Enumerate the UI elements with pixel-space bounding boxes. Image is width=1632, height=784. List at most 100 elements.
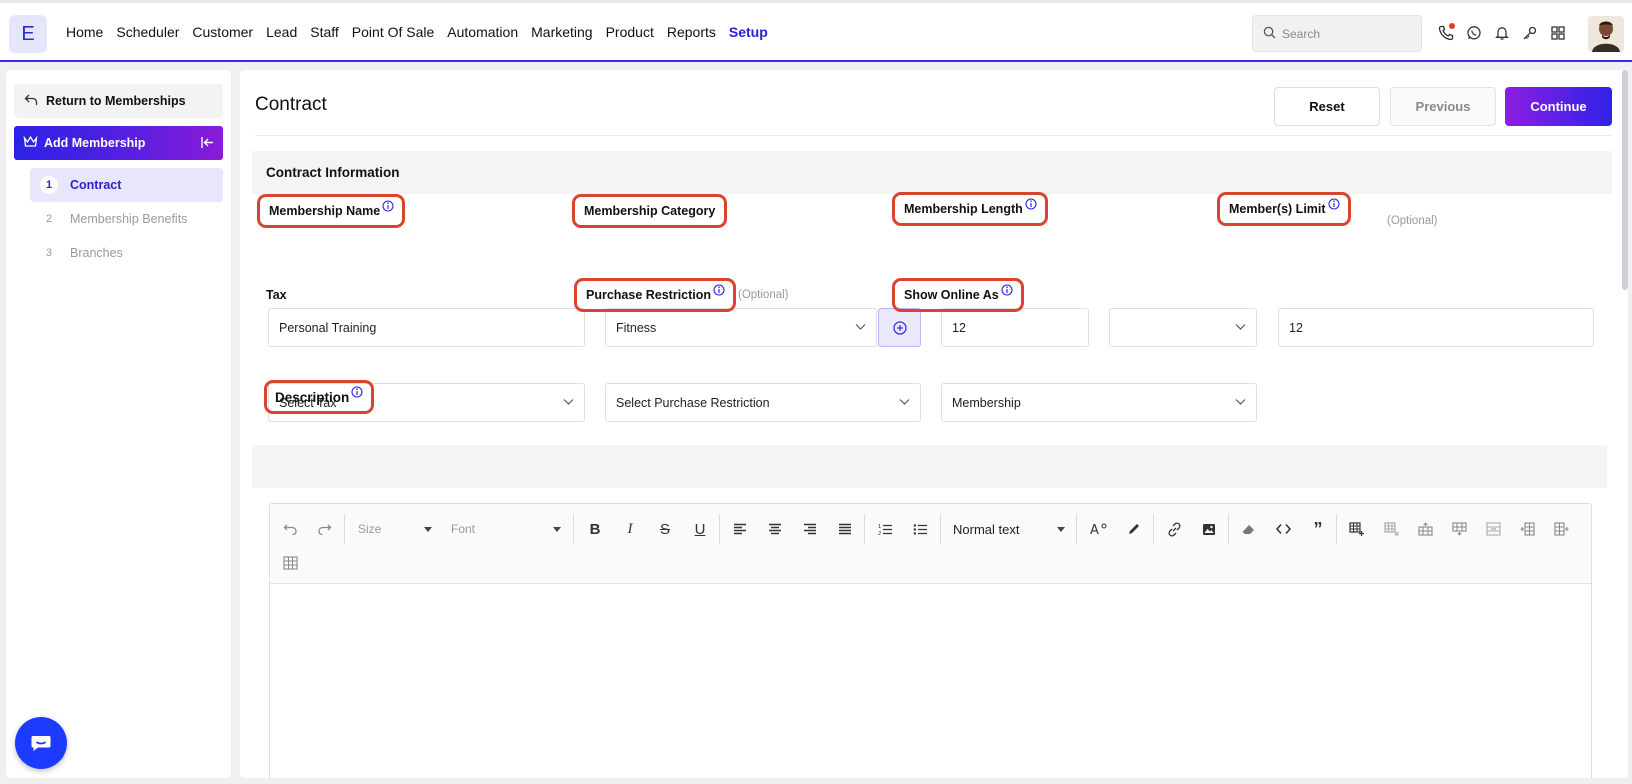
continue-button[interactable]: Continue [1505,87,1612,126]
membership-category-label-text: Membership Category [584,204,716,218]
membership-length-label-text: Membership Length [904,202,1023,216]
sidebar: Return to Memberships Add Membership 1 C… [6,70,231,778]
info-icon[interactable] [1025,198,1037,210]
membership-length-input[interactable]: 12 [941,308,1089,347]
step-contract[interactable]: 1 Contract [30,168,223,202]
info-icon[interactable] [351,386,363,398]
title-divider [255,135,1612,136]
purchase-restriction-select[interactable]: Select Purchase Restriction [605,383,921,422]
collapse-sidebar-icon[interactable] [200,135,215,153]
phone-icon[interactable] [1436,21,1456,45]
font-size-dropdown[interactable]: Size [358,518,432,540]
bold-icon[interactable]: B [584,518,606,540]
delete-column-icon[interactable] [279,552,301,574]
ordered-list-icon[interactable]: 12 [874,518,896,540]
nav-reports[interactable]: Reports [667,24,716,40]
purchase-restriction-label-text: Purchase Restriction [586,288,712,302]
chevron-down-icon [1235,399,1246,405]
align-center-icon[interactable] [764,518,786,540]
insert-row-below-icon[interactable] [1448,518,1470,540]
reset-button[interactable]: Reset [1274,87,1380,126]
add-membership-label: Add Membership [44,136,146,150]
search-input[interactable] [1282,26,1412,41]
show-online-as-label-text: Show Online As [904,288,999,302]
membership-length-label: Membership Length [892,192,1048,226]
align-justify-icon[interactable] [834,518,856,540]
members-limit-label-text: Member(s) Limit [1229,202,1326,216]
add-category-button[interactable] [878,308,921,347]
nav-marketing[interactable]: Marketing [531,24,592,40]
step-branches[interactable]: 3 Branches [30,236,223,270]
previous-button[interactable]: Previous [1390,87,1496,126]
membership-length-value: 12 [952,320,966,335]
top-icons [1436,21,1568,45]
tax-label: Tax [257,278,309,312]
info-icon[interactable] [382,200,394,212]
notification-dot [1449,23,1455,29]
bullet-list-icon[interactable] [909,518,931,540]
svg-text:A: A [1090,523,1099,536]
nav-setup[interactable]: Setup [729,24,768,40]
description-section-bar [252,445,1607,488]
page-title: Contract [255,94,327,115]
members-limit-input[interactable]: 12 [1278,308,1594,347]
nav-lead[interactable]: Lead [266,24,297,40]
highlight-pen-icon[interactable] [1123,518,1145,540]
link-icon[interactable] [1163,518,1185,540]
eraser-icon[interactable] [1237,518,1259,540]
align-right-icon[interactable] [799,518,821,540]
delete-table-icon[interactable] [1380,518,1402,540]
info-icon[interactable] [1327,198,1340,210]
toolbar-separator [719,514,720,544]
italic-icon[interactable]: I [619,518,641,540]
block-format-dropdown[interactable]: Normal text [953,518,1065,540]
caret-down-icon [424,527,432,532]
align-left-icon[interactable] [729,518,751,540]
nav-product[interactable]: Product [606,24,654,40]
membership-category-select[interactable]: Fitness [605,308,877,347]
apps-grid-icon[interactable] [1548,21,1568,45]
nav-staff[interactable]: Staff [310,24,339,40]
search-box[interactable] [1252,15,1422,52]
insert-column-left-icon[interactable] [1516,518,1538,540]
show-online-as-select[interactable]: Membership [941,383,1257,422]
strikethrough-icon[interactable]: S [654,518,676,540]
info-icon[interactable] [1001,284,1013,296]
step-membership-benefits[interactable]: 2 Membership Benefits [30,202,223,236]
insert-table-icon[interactable] [1345,518,1367,540]
step-label: Branches [70,246,123,260]
return-to-memberships-button[interactable]: Return to Memberships [14,84,223,118]
toolbar-separator [344,514,345,544]
user-avatar[interactable] [1588,16,1624,52]
nav-point-of-sale[interactable]: Point Of Sale [352,24,435,40]
info-icon[interactable] [713,284,725,296]
font-family-dropdown[interactable]: Font [451,518,561,540]
membership-name-input[interactable]: Personal Training [268,308,585,347]
nav-home[interactable]: Home [66,24,103,40]
page-scrollbar[interactable] [1622,70,1628,290]
bell-icon[interactable] [1492,21,1512,45]
key-icon[interactable] [1520,21,1540,45]
add-membership-header: Add Membership [14,126,223,160]
nav-scheduler[interactable]: Scheduler [116,24,179,40]
font-color-icon[interactable]: A [1088,518,1110,540]
redo-icon[interactable] [313,518,335,540]
app-logo[interactable]: E [9,15,47,53]
delete-row-icon[interactable] [1482,518,1504,540]
membership-length-unit-select[interactable] [1109,308,1257,347]
nav-automation[interactable]: Automation [447,24,518,40]
chevron-down-icon [563,399,574,405]
chat-support-button[interactable] [15,717,67,769]
blockquote-icon[interactable]: ” [1307,518,1329,540]
insert-row-above-icon[interactable] [1414,518,1436,540]
code-icon[interactable] [1272,518,1294,540]
underline-icon[interactable]: U [689,518,711,540]
nav-customer[interactable]: Customer [192,24,253,40]
image-icon[interactable] [1198,518,1220,540]
toolbar-separator [573,514,574,544]
purchase-restriction-optional: (Optional) [738,289,789,301]
whatsapp-icon[interactable] [1464,21,1484,45]
undo-icon[interactable] [279,518,301,540]
return-label: Return to Memberships [46,94,186,108]
insert-column-right-icon[interactable] [1550,518,1572,540]
